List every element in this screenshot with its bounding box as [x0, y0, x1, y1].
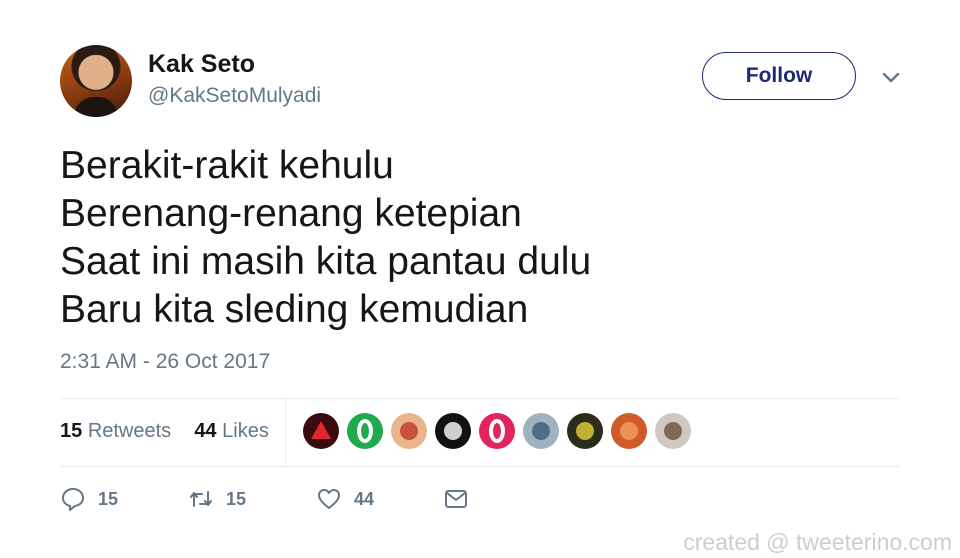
heart-icon	[318, 489, 340, 509]
follow-button[interactable]: Follow	[702, 52, 856, 100]
pink-ring-avatar[interactable]	[479, 413, 515, 449]
tweet-line: Berenang-renang ketepian	[60, 192, 522, 235]
like-action[interactable]: 44	[316, 486, 374, 512]
reply-count: 15	[98, 488, 119, 509]
tweet-line: Saat ini masih kita pantau dulu	[60, 240, 592, 283]
tweet-line: Berakit-rakit kehulu	[60, 144, 394, 187]
like-count: 44	[354, 488, 375, 509]
retweet-icon	[190, 491, 212, 507]
orange-photo-avatar[interactable]	[611, 413, 647, 449]
reply-icon	[62, 488, 84, 511]
likes-count: 44	[194, 420, 217, 442]
grey-figure-avatar[interactable]	[655, 413, 691, 449]
red-triangle-avatar-mark	[311, 421, 331, 439]
pink-ring-avatar-mark	[489, 419, 505, 443]
watermark-text: created @ tweeterino.com	[683, 529, 952, 555]
liker-avatars	[303, 413, 691, 449]
divider	[60, 466, 900, 467]
tweet-stats: 15 Retweets 44 Likes	[60, 420, 269, 443]
yellow-sign-avatar-mark	[576, 422, 594, 440]
stats-divider	[285, 398, 286, 466]
yellow-sign-avatar[interactable]	[567, 413, 603, 449]
green-ring-avatar[interactable]	[347, 413, 383, 449]
orange-photo-avatar-mark	[620, 422, 638, 440]
tweet-text: Berakit-rakit kehulu Berenang-renang ket…	[60, 142, 900, 334]
reply-action[interactable]: 15	[60, 486, 118, 512]
avatar-shirt	[74, 97, 118, 117]
blue-figure-avatar-mark	[532, 422, 550, 440]
retweet-action[interactable]: 15	[188, 486, 246, 512]
direct-message-action[interactable]	[443, 486, 469, 512]
profile-avatar[interactable]	[60, 45, 132, 117]
grey-figure-avatar-mark	[664, 422, 682, 440]
envelope-icon	[445, 490, 467, 508]
glasses-face-avatar-mark	[400, 422, 418, 440]
retweets-count: 15	[60, 420, 83, 442]
likes-label: Likes	[222, 420, 269, 442]
display-name[interactable]: Kak Seto	[148, 50, 255, 79]
tweet-timestamp[interactable]: 2:31 AM - 26 Oct 2017	[60, 350, 270, 374]
tweet-line: Baru kita sleding kemudian	[60, 288, 529, 331]
chevron-down-icon[interactable]	[880, 68, 902, 88]
likes-stat[interactable]: 44 Likes	[194, 420, 269, 442]
red-triangle-avatar[interactable]	[303, 413, 339, 449]
green-ring-avatar-mark	[357, 419, 373, 443]
divider	[60, 398, 900, 399]
retweets-stat[interactable]: 15 Retweets	[60, 420, 171, 442]
retweets-label: Retweets	[87, 420, 172, 442]
glasses-face-avatar[interactable]	[391, 413, 427, 449]
user-handle[interactable]: @KakSetoMulyadi	[148, 84, 321, 108]
blue-figure-avatar[interactable]	[523, 413, 559, 449]
dark-face-avatar[interactable]	[435, 413, 471, 449]
retweet-count: 15	[226, 488, 247, 509]
dark-face-avatar-mark	[444, 422, 462, 440]
